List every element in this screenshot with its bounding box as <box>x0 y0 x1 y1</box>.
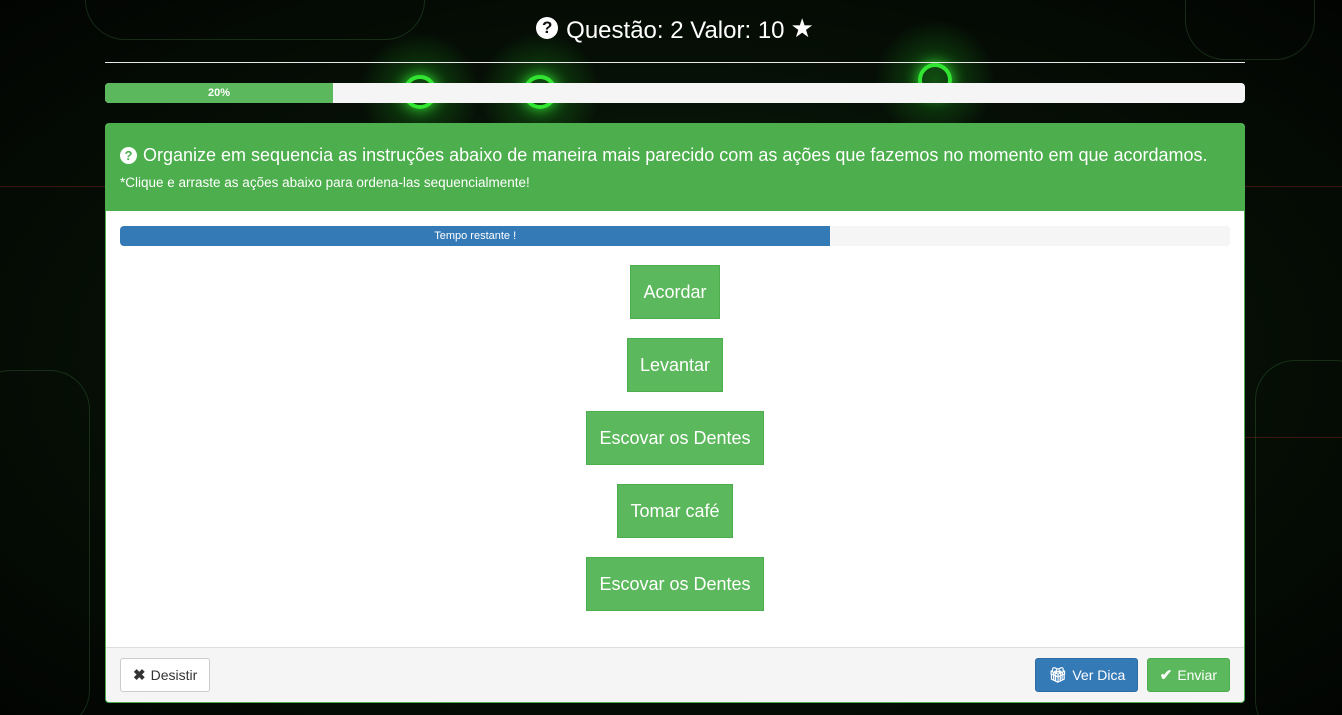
sortable-item[interactable]: Escovar os Dentes <box>586 411 764 465</box>
question-panel: ? Organize em sequencia as instruções ab… <box>105 123 1245 703</box>
time-remaining-fill: Tempo restante ! <box>120 226 831 246</box>
question-circle-icon: ? <box>536 17 559 39</box>
instruction: ? Organize em sequencia as instruções ab… <box>120 145 1230 166</box>
quiz-progress-bar: 20% <box>105 83 1245 103</box>
give-up-button[interactable]: ✖ Desistir <box>120 658 211 692</box>
close-icon: ✖ <box>133 667 146 684</box>
sortable-action-list: Acordar Levantar Escovar os Dentes Tomar… <box>120 265 1230 630</box>
quiz-progress-label: 20% <box>207 87 231 99</box>
submit-button[interactable]: ✔ Enviar <box>1146 658 1230 692</box>
sortable-item[interactable]: Levantar <box>626 338 724 392</box>
footer-actions: 🎁︎ Ver Dica ✔ Enviar <box>1035 658 1230 692</box>
sortable-item[interactable]: Acordar <box>630 265 720 319</box>
check-icon: ✔ <box>1159 667 1173 684</box>
give-up-label: Desistir <box>150 667 198 683</box>
time-remaining-bar: Tempo restante ! <box>120 226 1230 246</box>
time-remaining-label: Tempo restante ! <box>434 230 517 242</box>
hint-button[interactable]: 🎁︎ Ver Dica <box>1035 658 1139 692</box>
panel-body: Tempo restante ! Acordar Levantar Escova… <box>106 211 1244 647</box>
quiz-progress-fill: 20% <box>105 83 333 103</box>
question-title: Questão: 2 Valor: 10 <box>566 17 785 44</box>
question-header: ? Questão: 2 Valor: 10 ★ <box>105 0 1245 63</box>
drag-hint-text: *Clique e arraste as ações abaixo para o… <box>120 175 530 190</box>
gift-icon: 🎁︎ <box>1048 667 1068 684</box>
hint-label: Ver Dica <box>1072 667 1126 683</box>
sortable-item[interactable]: Escovar os Dentes <box>586 557 764 611</box>
instruction-text: Organize em sequencia as instruções abai… <box>143 145 1208 165</box>
quiz-container: ? Questão: 2 Valor: 10 ★ 20% ? Organize … <box>105 0 1245 703</box>
panel-heading: ? Organize em sequencia as instruções ab… <box>106 124 1244 211</box>
sortable-item[interactable]: Tomar café <box>617 484 733 538</box>
question-circle-icon: ? <box>120 147 137 164</box>
submit-label: Enviar <box>1177 667 1217 683</box>
star-icon: ★ <box>790 12 814 43</box>
panel-footer: ✖ Desistir 🎁︎ Ver Dica ✔ Enviar <box>106 647 1244 702</box>
